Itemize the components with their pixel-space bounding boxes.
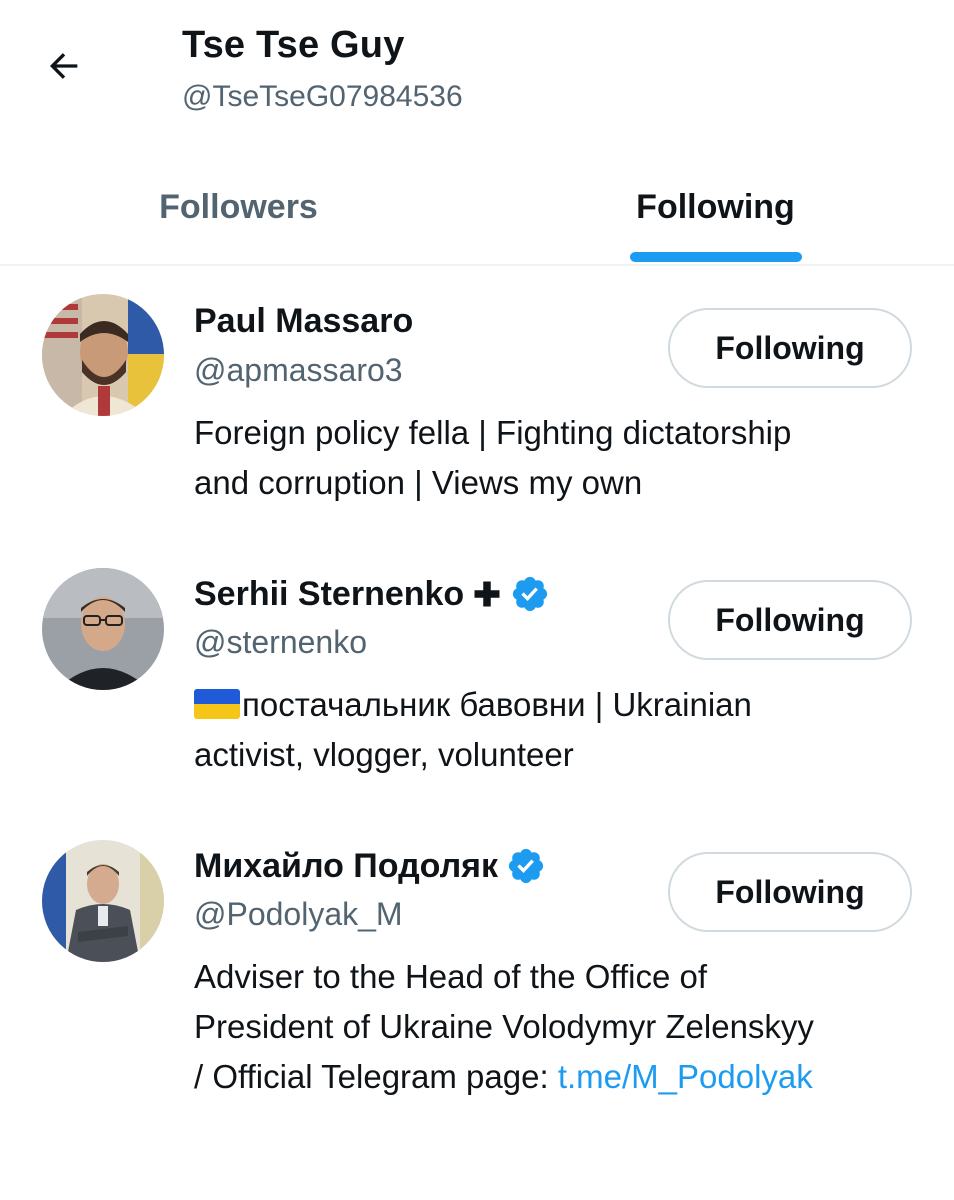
following-button[interactable]: Following [668,852,912,932]
profile-header: Tse Tse Guy @TseTseG07984536 [0,0,954,140]
bio-line: постачальник бавовни | Ukrainian [194,680,924,730]
telegram-link[interactable]: t.me/M_Podolyak [558,1058,813,1095]
bio-line: President of Ukraine Volodymyr Zelenskyy [194,1008,814,1045]
user-bio: Foreign policy fella | Fighting dictator… [194,408,924,508]
bio-text: / Official Telegram page: [194,1058,558,1095]
user-name-row: Serhii Sternenko [194,574,550,614]
active-tab-indicator [629,252,802,262]
user-name-row: Михайло Подоляк [194,846,546,886]
cross-icon [474,581,500,607]
user-bio: постачальник бавовни | Ukrainian activis… [194,680,924,780]
tab-bar: Followers Following [0,150,954,266]
bio-text: постачальник бавовни | Ukrainian [242,686,752,723]
tab-following[interactable]: Following [477,150,954,264]
bio-line: Foreign policy fella | Fighting dictator… [194,414,792,451]
page-title: Tse Tse Guy [182,24,405,66]
user-handle[interactable]: @sternenko [194,624,367,661]
user-display-name[interactable]: Paul Massaro [194,302,413,341]
verified-badge-icon[interactable] [506,846,546,886]
user-cell[interactable]: Paul Massaro @apmassaro3 Following Forei… [0,290,954,530]
verified-badge-icon[interactable] [510,574,550,614]
user-cell[interactable]: Serhii Sternenko @sternenko Following по… [0,562,954,802]
user-handle[interactable]: @apmassaro3 [194,352,403,389]
avatar[interactable] [42,294,164,416]
tab-followers[interactable]: Followers [0,150,477,264]
avatar-mykhailo-podolyak [42,840,164,962]
user-cell[interactable]: Михайло Подоляк @Podolyak_M Following Ad… [0,834,954,1114]
following-button[interactable]: Following [668,308,912,388]
tab-label: Followers [159,187,318,226]
user-handle[interactable]: @Podolyak_M [194,896,403,933]
arrow-left-icon [49,53,78,79]
avatar-serhii-sternenko [42,568,164,690]
user-display-name[interactable]: Михайло Подоляк [194,847,498,886]
bio-line: and corruption | Views my own [194,464,643,501]
profile-handle: @TseTseG07984536 [182,80,463,113]
bio-line: activist, vlogger, volunteer [194,736,574,773]
user-bio: Adviser to the Head of the Office of Pre… [194,952,924,1102]
bio-line: / Official Telegram page: t.me/M_Podolya… [194,1052,924,1102]
avatar-paul-massaro [42,294,164,416]
user-display-name[interactable]: Serhii Sternenko [194,575,464,614]
bio-line: Adviser to the Head of the Office of [194,958,708,995]
back-button[interactable] [36,38,92,94]
avatar[interactable] [42,568,164,690]
ukraine-flag-icon [194,689,240,719]
avatar[interactable] [42,840,164,962]
user-name-row: Paul Massaro [194,302,413,341]
following-button[interactable]: Following [668,580,912,660]
tab-label: Following [636,187,795,226]
